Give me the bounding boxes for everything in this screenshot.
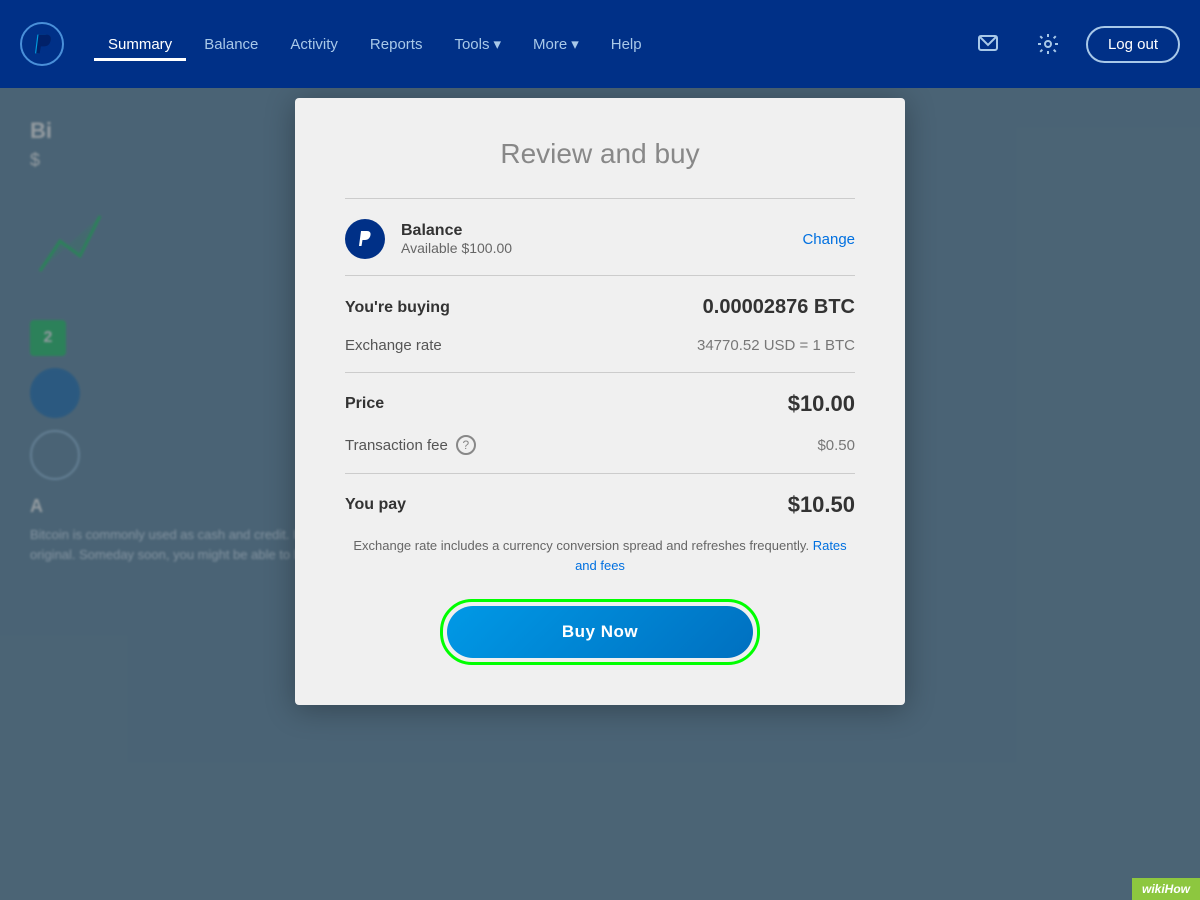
price-label: Price	[345, 395, 384, 413]
more-chevron-icon: ▾	[571, 35, 579, 53]
help-icon[interactable]: ?	[456, 435, 476, 455]
nav-right: Log out	[966, 22, 1180, 66]
fee-label-row: Transaction fee ?	[345, 435, 476, 455]
settings-button[interactable]	[1026, 22, 1070, 66]
nav-balance[interactable]: Balance	[190, 28, 272, 61]
modal-top-divider	[345, 198, 855, 199]
modal-title: Review and buy	[345, 138, 855, 170]
you-buying-row: You're buying 0.00002876 BTC	[345, 296, 855, 319]
nav-reports[interactable]: Reports	[356, 28, 437, 61]
price-value: $10.00	[788, 391, 855, 417]
balance-label: Balance	[401, 222, 512, 240]
footer-note: Exchange rate includes a currency conver…	[345, 536, 855, 575]
nav-help[interactable]: Help	[597, 28, 656, 61]
exchange-rate-label: Exchange rate	[345, 337, 442, 354]
you-buying-value: 0.00002876 BTC	[703, 296, 855, 319]
payment-method-row: Balance Available $100.00 Change	[345, 219, 855, 276]
payment-method-info: Balance Available $100.00	[401, 222, 512, 256]
you-pay-label: You pay	[345, 496, 406, 514]
you-pay-row: You pay $10.50	[345, 492, 855, 518]
exchange-rate-row: Exchange rate 34770.52 USD = 1 BTC	[345, 337, 855, 354]
review-buy-modal: Review and buy Balance Available $100.00…	[295, 98, 905, 705]
navbar: Summary Balance Activity Reports Tools ▾…	[0, 0, 1200, 88]
paypal-logo	[20, 22, 64, 66]
wikihow-badge: wikiHow	[1132, 878, 1200, 900]
price-divider	[345, 372, 855, 373]
nav-links: Summary Balance Activity Reports Tools ▾…	[94, 27, 966, 61]
nav-tools-label: Tools	[454, 36, 489, 53]
transaction-fee-label: Transaction fee	[345, 437, 448, 454]
tools-chevron-icon: ▾	[493, 35, 501, 53]
available-balance: Available $100.00	[401, 240, 512, 256]
you-pay-divider	[345, 473, 855, 474]
payment-method-left: Balance Available $100.00	[345, 219, 512, 259]
logout-button[interactable]: Log out	[1086, 26, 1180, 63]
exchange-rate-value: 34770.52 USD = 1 BTC	[697, 337, 855, 354]
transaction-fee-value: $0.50	[817, 437, 855, 454]
nav-activity[interactable]: Activity	[276, 28, 352, 61]
price-row: Price $10.00	[345, 391, 855, 417]
detail-section: You're buying 0.00002876 BTC Exchange ra…	[345, 296, 855, 518]
buy-now-wrapper: Buy Now	[440, 599, 760, 665]
messages-button[interactable]	[966, 22, 1010, 66]
nav-more-label: More	[533, 36, 567, 53]
modal-overlay: Review and buy Balance Available $100.00…	[0, 88, 1200, 900]
nav-more[interactable]: More ▾	[519, 27, 593, 61]
you-buying-label: You're buying	[345, 299, 450, 317]
page-background: Bi $ 2 A Bitcoin is commonly used as cas…	[0, 88, 1200, 900]
nav-summary[interactable]: Summary	[94, 28, 186, 61]
footer-note-text: Exchange rate includes a currency conver…	[353, 538, 809, 553]
transaction-fee-row: Transaction fee ? $0.50	[345, 435, 855, 455]
change-link[interactable]: Change	[802, 231, 855, 248]
nav-tools[interactable]: Tools ▾	[440, 27, 515, 61]
paypal-icon	[345, 219, 385, 259]
you-pay-value: $10.50	[788, 492, 855, 518]
buy-now-button[interactable]: Buy Now	[447, 606, 753, 658]
